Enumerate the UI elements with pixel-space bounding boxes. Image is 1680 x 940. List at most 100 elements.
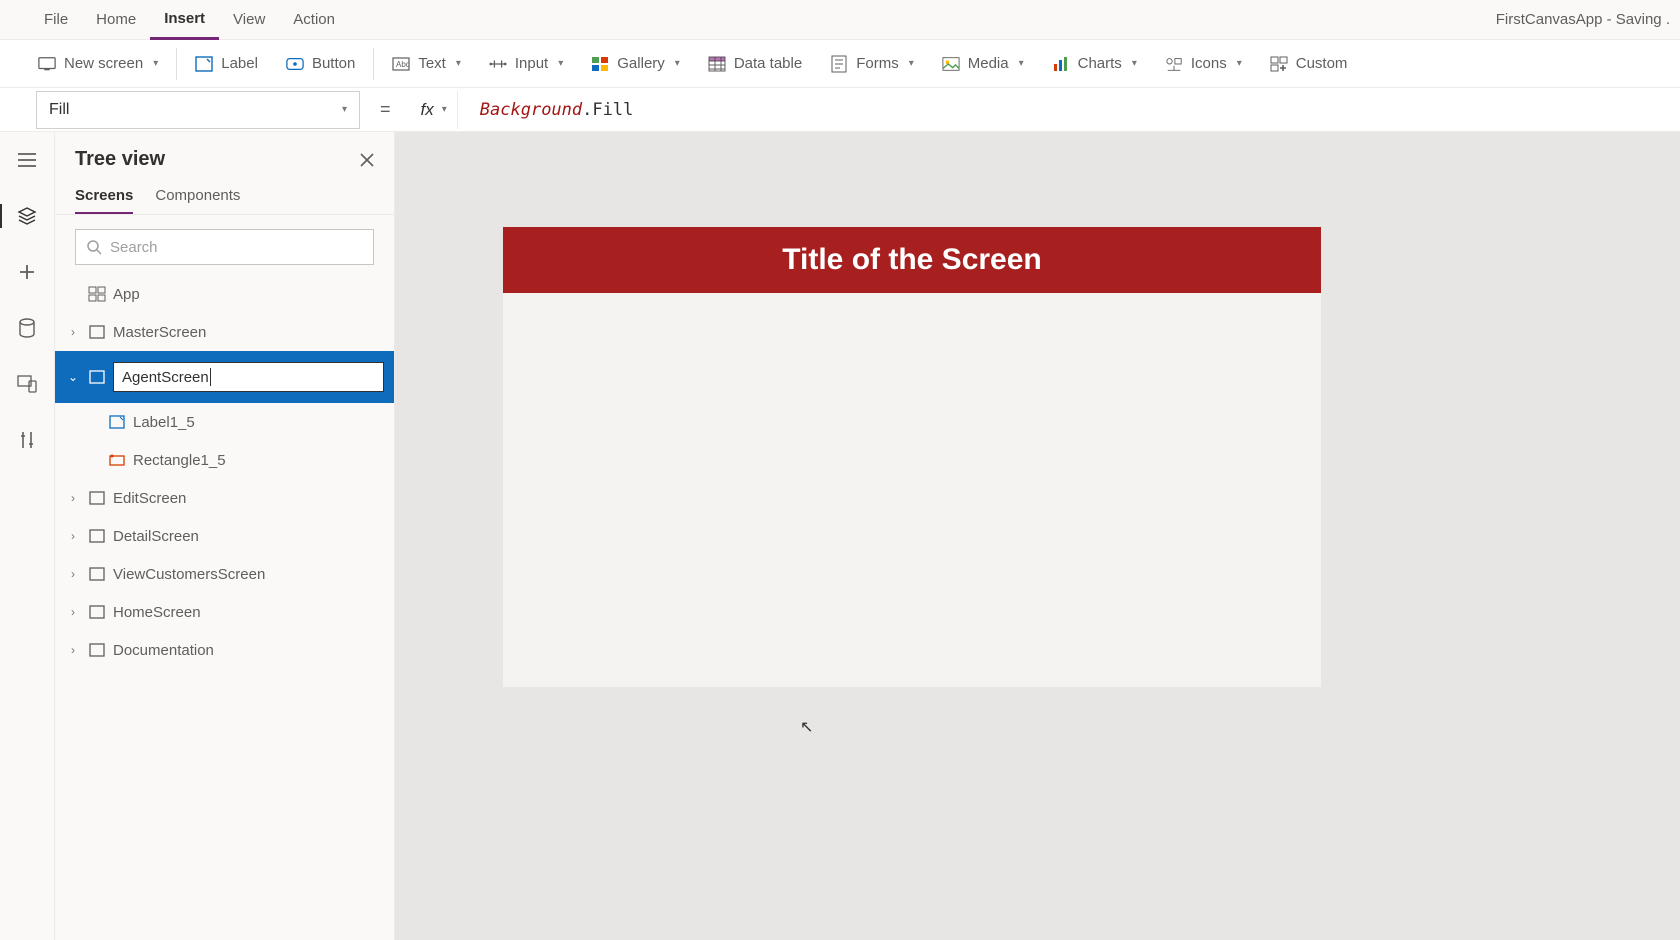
charts-button[interactable]: Charts ▾ xyxy=(1038,40,1151,88)
tree-node-viewcustomersscreen[interactable]: › ViewCustomersScreen xyxy=(55,555,394,593)
tree-node-app[interactable]: App xyxy=(55,275,394,313)
menu-file[interactable]: File xyxy=(30,0,82,40)
media-icon xyxy=(942,55,960,73)
tree-node-label: ViewCustomersScreen xyxy=(113,566,265,583)
screen-preview[interactable]: Title of the Screen xyxy=(503,227,1321,687)
tree-node-label: Documentation xyxy=(113,642,214,659)
expand-icon[interactable]: › xyxy=(65,567,81,581)
custom-button[interactable]: Custom xyxy=(1256,40,1362,88)
ribbon-toolbar: New screen ▾ Label Button Abc Text ▾ Inp… xyxy=(0,40,1680,88)
tree-node-documentation[interactable]: › Documentation xyxy=(55,631,394,669)
plus-icon xyxy=(18,263,36,281)
tree-node-label: Label1_5 xyxy=(133,414,195,431)
tab-components[interactable]: Components xyxy=(155,179,240,214)
tree-view-rail-button[interactable] xyxy=(7,202,47,230)
forms-btn-text: Forms xyxy=(856,55,899,72)
rename-input[interactable]: AgentScreen xyxy=(113,362,384,392)
tree-header: Tree view xyxy=(55,132,394,179)
input-icon xyxy=(489,55,507,73)
tree-tabs: Screens Components xyxy=(55,179,394,215)
media-rail-button[interactable] xyxy=(7,370,47,398)
equals-sign: = xyxy=(372,99,399,120)
charts-btn-text: Charts xyxy=(1078,55,1122,72)
text-button[interactable]: Abc Text ▾ xyxy=(378,40,475,88)
tree-search-input[interactable]: Search xyxy=(75,229,374,265)
screen-icon xyxy=(87,565,107,583)
tab-screens[interactable]: Screens xyxy=(75,179,133,214)
menu-view[interactable]: View xyxy=(219,0,279,40)
menu-action[interactable]: Action xyxy=(279,0,349,40)
tree-node-rectangle1-5[interactable]: Rectangle1_5 xyxy=(55,441,394,479)
gallery-button[interactable]: Gallery ▾ xyxy=(577,40,694,88)
expand-icon[interactable]: › xyxy=(65,491,81,505)
chevron-down-icon: ▾ xyxy=(456,58,461,69)
forms-icon xyxy=(830,55,848,73)
chevron-down-icon: ▾ xyxy=(442,104,447,115)
insert-rail-button[interactable] xyxy=(7,258,47,286)
canvas-area[interactable]: Title of the Screen ↖ xyxy=(395,132,1680,940)
tree-node-label: MasterScreen xyxy=(113,324,206,341)
devices-icon xyxy=(17,375,37,393)
tree-node-label1-5[interactable]: Label1_5 xyxy=(55,403,394,441)
tree-node-agentscreen-editing[interactable]: ⌄ AgentScreen xyxy=(55,351,394,403)
formula-input[interactable]: Background.Fill xyxy=(470,100,1656,120)
text-btn-text: Text xyxy=(418,55,446,72)
main-area: Tree view Screens Components Search App … xyxy=(0,132,1680,940)
text-icon: Abc xyxy=(392,55,410,73)
screen-icon xyxy=(87,603,107,621)
tools-rail-button[interactable] xyxy=(7,426,47,454)
label-btn-text: Label xyxy=(221,55,258,72)
screen-icon xyxy=(38,55,56,73)
separator xyxy=(176,48,177,80)
tree-list: App › MasterScreen ⌄ AgentScreen Label1_… xyxy=(55,275,394,940)
icons-button[interactable]: Icons ▾ xyxy=(1151,40,1256,88)
mouse-cursor-icon: ↖ xyxy=(800,717,813,737)
tree-node-label: Rectangle1_5 xyxy=(133,452,226,469)
tree-node-editscreen[interactable]: › EditScreen xyxy=(55,479,394,517)
expand-icon[interactable]: › xyxy=(65,325,81,339)
screen-icon xyxy=(87,489,107,507)
menu-insert[interactable]: Insert xyxy=(150,0,219,40)
search-placeholder: Search xyxy=(110,239,158,256)
expand-icon[interactable]: › xyxy=(65,643,81,657)
input-btn-text: Input xyxy=(515,55,548,72)
tree-node-masterscreen[interactable]: › MasterScreen xyxy=(55,313,394,351)
charts-icon xyxy=(1052,55,1070,73)
property-name: Fill xyxy=(49,101,69,119)
screen-icon xyxy=(87,323,107,341)
tree-node-homescreen[interactable]: › HomeScreen xyxy=(55,593,394,631)
tree-title: Tree view xyxy=(75,148,165,171)
property-selector[interactable]: Fill ▾ xyxy=(36,91,360,129)
button-icon xyxy=(286,55,304,73)
label-button[interactable]: Label xyxy=(181,40,272,88)
screen-icon xyxy=(87,641,107,659)
menu-home[interactable]: Home xyxy=(82,0,150,40)
collapse-icon[interactable]: ⌄ xyxy=(65,370,81,384)
new-screen-button[interactable]: New screen ▾ xyxy=(24,40,172,88)
screen-title-bar[interactable]: Title of the Screen xyxy=(503,227,1321,293)
separator xyxy=(373,48,374,80)
forms-button[interactable]: Forms ▾ xyxy=(816,40,928,88)
menu-bar: File Home Insert View Action FirstCanvas… xyxy=(0,0,1680,40)
custom-icon xyxy=(1270,55,1288,73)
data-rail-button[interactable] xyxy=(7,314,47,342)
media-button[interactable]: Media ▾ xyxy=(928,40,1038,88)
close-button[interactable] xyxy=(360,153,374,167)
chevron-down-icon: ▾ xyxy=(558,58,563,69)
expand-icon[interactable]: › xyxy=(65,529,81,543)
chevron-down-icon: ▾ xyxy=(342,104,347,115)
fx-button[interactable]: fx ▾ xyxy=(411,91,458,129)
table-icon xyxy=(708,55,726,73)
tree-node-label: HomeScreen xyxy=(113,604,201,621)
hamburger-button[interactable] xyxy=(7,146,47,174)
label-icon xyxy=(107,413,127,431)
chevron-down-icon: ▾ xyxy=(153,58,158,69)
chevron-down-icon: ▾ xyxy=(1132,58,1137,69)
button-button[interactable]: Button xyxy=(272,40,369,88)
data-table-button[interactable]: Data table xyxy=(694,40,816,88)
icons-btn-text: Icons xyxy=(1191,55,1227,72)
tree-node-detailscreen[interactable]: › DetailScreen xyxy=(55,517,394,555)
input-button[interactable]: Input ▾ xyxy=(475,40,577,88)
expand-icon[interactable]: › xyxy=(65,605,81,619)
text-caret xyxy=(210,368,211,386)
